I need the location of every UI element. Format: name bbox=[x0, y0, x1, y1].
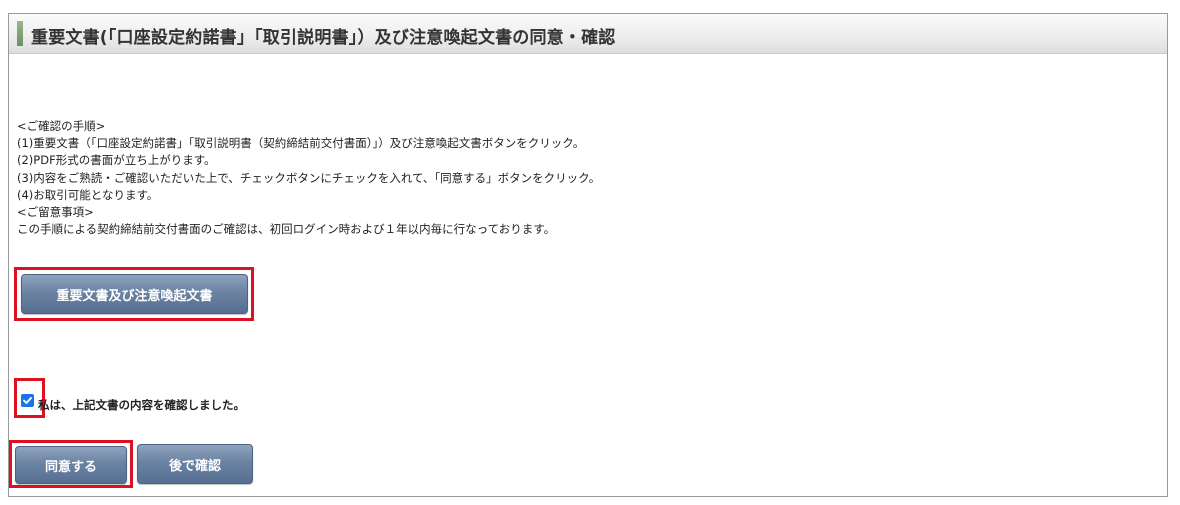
instructions-text: <ご確認の手順> (1)重要文書（「口座設定約諾書」「取引説明書（契約締結前交付… bbox=[17, 118, 600, 238]
instruction-line: (1)重要文書（「口座設定約諾書」「取引説明書（契約締結前交付書面）」）及び注意… bbox=[17, 136, 585, 151]
consent-panel: 重要文書(「口座設定約諾書」「取引説明書」）及び注意喚起文書の同意・確認 <ご確… bbox=[8, 13, 1168, 497]
agree-button[interactable]: 同意する bbox=[15, 446, 127, 484]
checkmark-icon bbox=[23, 397, 32, 404]
confirm-checkbox[interactable] bbox=[21, 394, 34, 407]
confirm-later-button[interactable]: 後で確認 bbox=[137, 444, 253, 484]
instruction-line: (3)内容をご熟読・ご確認いただいた上で、チェックボタンにチェックを入れて、「同… bbox=[17, 170, 601, 185]
documents-button[interactable]: 重要文書及び注意喚起文書 bbox=[21, 274, 248, 314]
instruction-line: <ご留意事項> bbox=[17, 205, 94, 220]
confirm-checkbox-label: 私は、上記文書の内容を確認しました。 bbox=[38, 398, 245, 412]
header-accent-bar bbox=[17, 21, 23, 46]
panel-header: 重要文書(「口座設定約諾書」「取引説明書」）及び注意喚起文書の同意・確認 bbox=[9, 14, 1167, 54]
instruction-line: <ご確認の手順> bbox=[17, 119, 106, 133]
instruction-line: (4)お取引可能となります。 bbox=[17, 187, 159, 202]
instruction-line: (2)PDF形式の書面が立ち上がります。 bbox=[17, 153, 216, 168]
page-title: 重要文書(「口座設定約諾書」「取引説明書」）及び注意喚起文書の同意・確認 bbox=[31, 28, 616, 48]
instruction-line: この手順による契約締結前交付書面のご確認は、初回ログイン時および１年以内毎に行な… bbox=[17, 222, 556, 237]
